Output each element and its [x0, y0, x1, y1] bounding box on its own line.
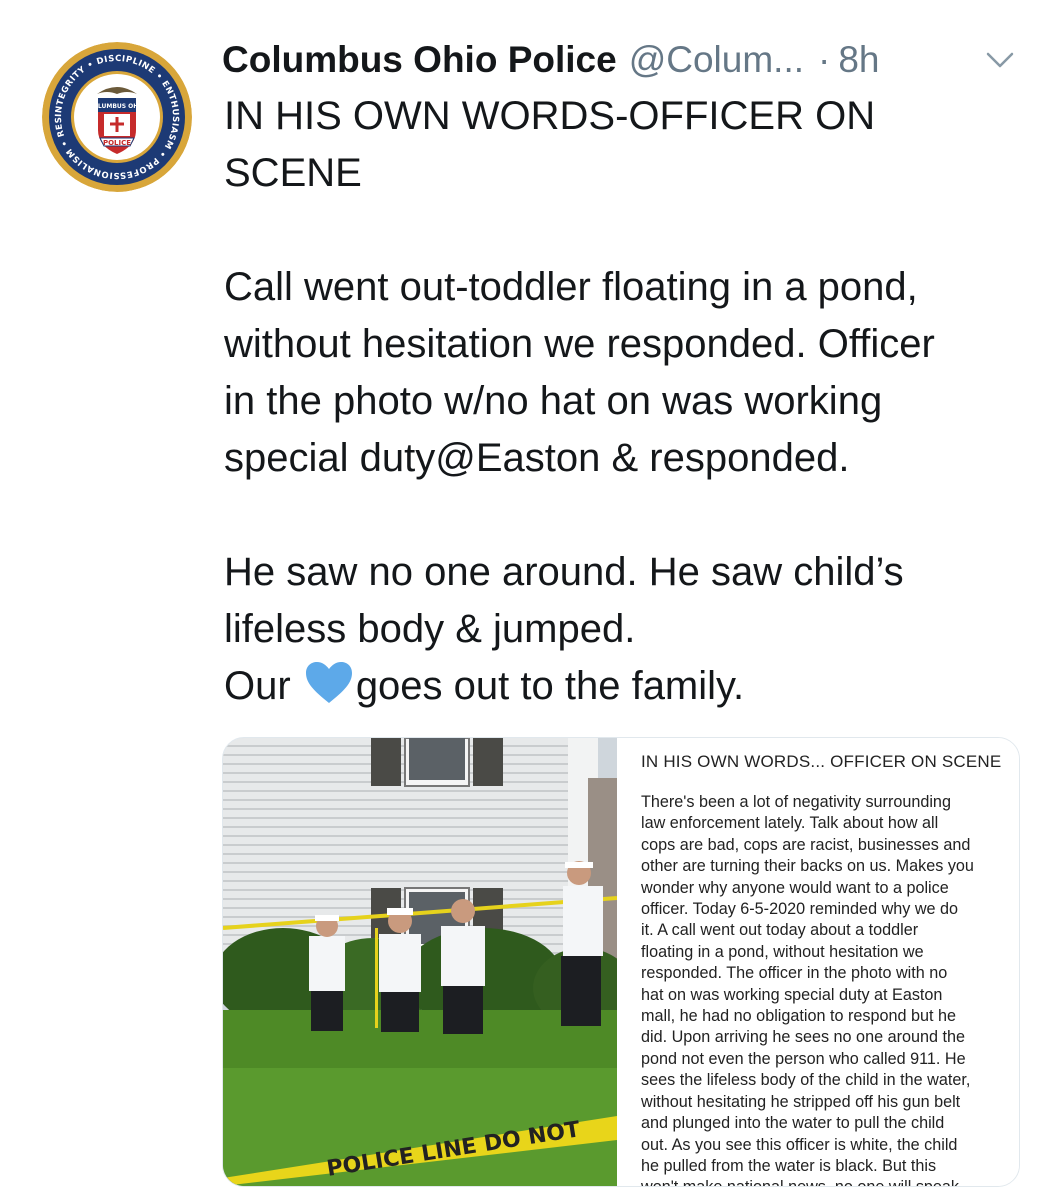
note-line: won't make national news, no one will sp…	[641, 1177, 1011, 1186]
note-line: it. A call went out today about a toddle…	[641, 921, 919, 940]
media-attachment[interactable]: POLICE LINE DO NOT IN HIS OWN WORDS... O…	[222, 737, 1020, 1187]
note-body: There's been a lot of negativity surroun…	[641, 792, 1011, 1186]
note-line: he pulled from the water is black. But t…	[641, 1156, 937, 1175]
police-badge-logo: INTEGRITY • DISCIPLINE • ENTHUSIASM • PR…	[42, 42, 192, 192]
note-line: sees the lifeless body of the child in t…	[641, 1071, 971, 1090]
tweet-line: SCENE	[224, 151, 362, 195]
tweet-text-after-heart: goes out to the family.	[355, 664, 745, 708]
separator-dot: ·	[818, 39, 831, 80]
note-line: and plunged into the water to pull the c…	[641, 1114, 945, 1133]
note-line: officer. Today 6-5-2020 reminded why we …	[641, 900, 959, 919]
tweet-line	[224, 202, 1034, 259]
tweet-header: Columbus Ohio Police @Colum... · 8h	[222, 32, 1030, 88]
photo-officers-scene[interactable]: POLICE LINE DO NOT	[223, 738, 617, 1186]
note-line: law enforcement lately. Talk about how a…	[641, 814, 939, 833]
tweet-line: without hesitation we responded. Officer	[224, 322, 935, 366]
note-title: IN HIS OWN WORDS... OFFICER ON SCENE	[641, 752, 1002, 771]
tweet-line: Call went out-toddler floating in a pond…	[224, 265, 918, 309]
tweet-line: lifeless body & jumped.	[224, 607, 636, 651]
display-name[interactable]: Columbus Ohio Police	[222, 39, 617, 81]
avatar-banner-text: COLUMBUS OHIO	[88, 103, 145, 110]
note-line: out. As you see this officer is white, t…	[641, 1135, 958, 1154]
note-line: pond not even the person who called 911.…	[641, 1049, 966, 1068]
blue-heart-icon	[304, 661, 354, 705]
note-line: did. Upon arriving he sees no one around…	[641, 1028, 965, 1047]
user-handle[interactable]: @Colum...	[629, 39, 804, 81]
note-line: other are turning their backs on us. Mak…	[641, 857, 974, 876]
note-line: cops are bad, cops are racist, businesse…	[641, 835, 971, 854]
tweet-text-before-heart: Our	[224, 664, 291, 708]
tweet-line: in the photo w/no hat on was working	[224, 379, 883, 423]
facebook-note-image[interactable]: IN HIS OWN WORDS... OFFICER ON SCENE The…	[617, 738, 1019, 1186]
note-line: without hesitating he stripped off his g…	[641, 1092, 961, 1111]
note-line: floating in a pond, without hesitation w…	[641, 942, 924, 961]
tweet-line: IN HIS OWN WORDS-OFFICER ON	[224, 94, 876, 138]
note-line: mall, he had no obligation to respond bu…	[641, 1007, 956, 1026]
tweet-line: special duty@Easton & responded.	[224, 436, 850, 480]
tweet-line	[224, 487, 1034, 544]
note-line: hat on was working special duty at Easto…	[641, 985, 943, 1004]
avatar-ribbon-text: POLICE	[103, 139, 131, 147]
note-line: wonder why anyone would want to a police	[641, 878, 949, 897]
chevron-down-icon[interactable]	[982, 46, 1018, 74]
profile-avatar[interactable]: INTEGRITY • DISCIPLINE • ENTHUSIASM • PR…	[42, 42, 192, 192]
note-line: responded. The officer in the photo with…	[641, 964, 948, 983]
note-line: There's been a lot of negativity surroun…	[641, 793, 951, 811]
tweet-line: He saw no one around. He saw child’s	[224, 550, 904, 594]
tweet-timestamp[interactable]: 8h	[838, 39, 879, 81]
tweet-last-line: Our goes out to the family.	[224, 658, 1034, 715]
tweet-text: IN HIS OWN WORDS-OFFICER ON SCENE Call w…	[224, 88, 1034, 715]
